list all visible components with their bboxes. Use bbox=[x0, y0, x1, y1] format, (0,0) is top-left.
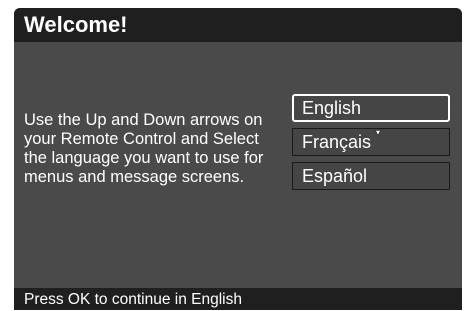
language-option-francais[interactable]: Français bbox=[292, 128, 450, 156]
status-text: Press OK to continue in English bbox=[24, 291, 242, 308]
language-list: English Français Español bbox=[292, 94, 450, 196]
language-option-espanol[interactable]: Español bbox=[292, 162, 450, 190]
page-title: Welcome! bbox=[24, 12, 128, 37]
welcome-screen: Welcome! Use the Up and Down arrows on y… bbox=[14, 8, 462, 310]
language-option-label: English bbox=[302, 98, 362, 118]
language-option-label: Français bbox=[302, 132, 372, 152]
instructions-text: Use the Up and Down arrows on your Remot… bbox=[24, 111, 264, 186]
language-option-english[interactable]: English bbox=[292, 94, 450, 122]
language-option-label: Español bbox=[302, 166, 368, 186]
footer-bar: Press OK to continue in English bbox=[14, 288, 462, 310]
header-bar: Welcome! bbox=[14, 8, 462, 42]
cursor-icon bbox=[375, 130, 381, 136]
